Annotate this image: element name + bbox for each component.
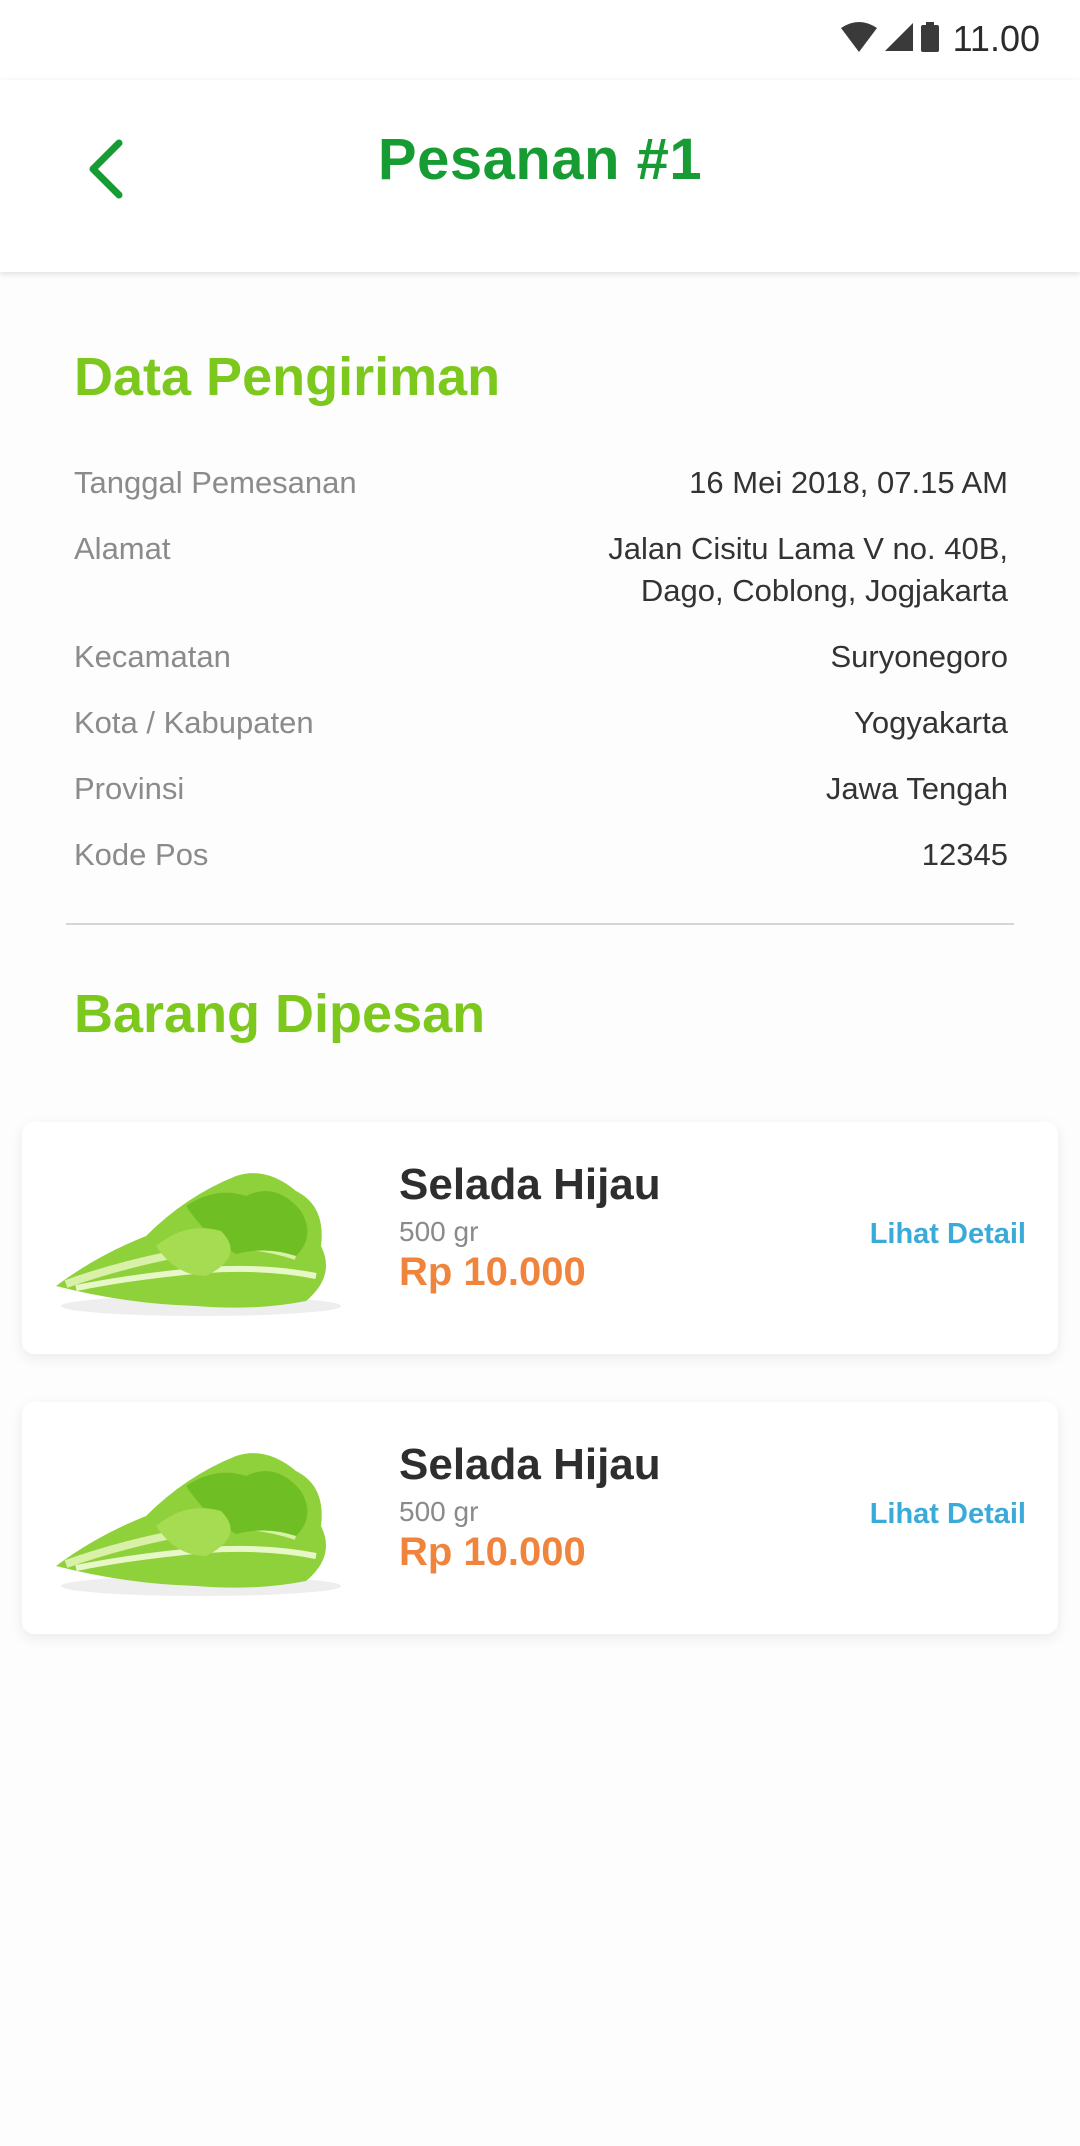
detail-row-district: Kecamatan Suryonegoro: [74, 636, 1008, 678]
divider: [66, 923, 1014, 925]
item-price: Rp 10.000: [399, 1250, 586, 1294]
ordered-items-section-title: Barang Dipesan: [74, 984, 486, 1044]
detail-value: Suryonegoro: [830, 639, 1008, 674]
item-name: Selada Hijau: [399, 1160, 661, 1209]
detail-value: Jalan Cisitu Lama V no. 40B, Dago, Coblo…: [608, 531, 1008, 608]
view-detail-link[interactable]: Lihat Detail: [870, 1498, 1026, 1531]
detail-label: Kota / Kabupaten: [74, 705, 314, 740]
battery-icon: [920, 21, 939, 57]
lettuce-image: [36, 1136, 356, 1340]
detail-value: Jawa Tengah: [825, 771, 1008, 806]
item-name: Selada Hijau: [399, 1440, 661, 1489]
app-bar: Pesanan #1: [0, 80, 1080, 272]
detail-label: Alamat: [74, 531, 171, 566]
status-icons: 11.00: [840, 18, 1040, 60]
detail-row-order-date: Tanggal Pemesanan 16 Mei 2018, 07.15 AM: [74, 462, 1008, 504]
wifi-icon: [840, 21, 877, 57]
detail-row-province: Provinsi Jawa Tengah: [74, 768, 1008, 810]
item-weight: 500 gr: [399, 1216, 479, 1247]
status-bar: 11.00: [0, 0, 1080, 80]
item-card: Selada Hijau 500 gr Rp 10.000 Lihat Deta…: [22, 1122, 1058, 1354]
detail-row-address: Alamat Jalan Cisitu Lama V no. 40B, Dago…: [74, 528, 1008, 612]
detail-value: Yogyakarta: [854, 705, 1008, 740]
detail-label: Kode Pos: [74, 837, 209, 872]
shipping-section-title: Data Pengiriman: [74, 347, 501, 407]
detail-value: 12345: [921, 837, 1008, 872]
detail-label: Tanggal Pemesanan: [74, 465, 357, 500]
detail-row-city: Kota / Kabupaten Yogyakarta: [74, 702, 1008, 744]
item-card: Selada Hijau 500 gr Rp 10.000 Lihat Deta…: [22, 1402, 1058, 1634]
page-title: Pesanan #1: [377, 127, 703, 192]
lettuce-image: [36, 1416, 356, 1620]
signal-icon: [884, 22, 913, 56]
shipping-details: Tanggal Pemesanan 16 Mei 2018, 07.15 AM …: [74, 462, 1008, 900]
item-weight: 500 gr: [399, 1496, 479, 1527]
item-price: Rp 10.000: [399, 1530, 586, 1574]
detail-label: Kecamatan: [74, 639, 231, 674]
ordered-items-list: Selada Hijau 500 gr Rp 10.000 Lihat Deta…: [22, 1122, 1058, 1682]
detail-value: 16 Mei 2018, 07.15 AM: [689, 465, 1008, 500]
view-detail-link[interactable]: Lihat Detail: [870, 1218, 1026, 1251]
detail-row-postal-code: Kode Pos 12345: [74, 834, 1008, 876]
detail-label: Provinsi: [74, 771, 185, 806]
status-time: 11.00: [952, 18, 1040, 59]
